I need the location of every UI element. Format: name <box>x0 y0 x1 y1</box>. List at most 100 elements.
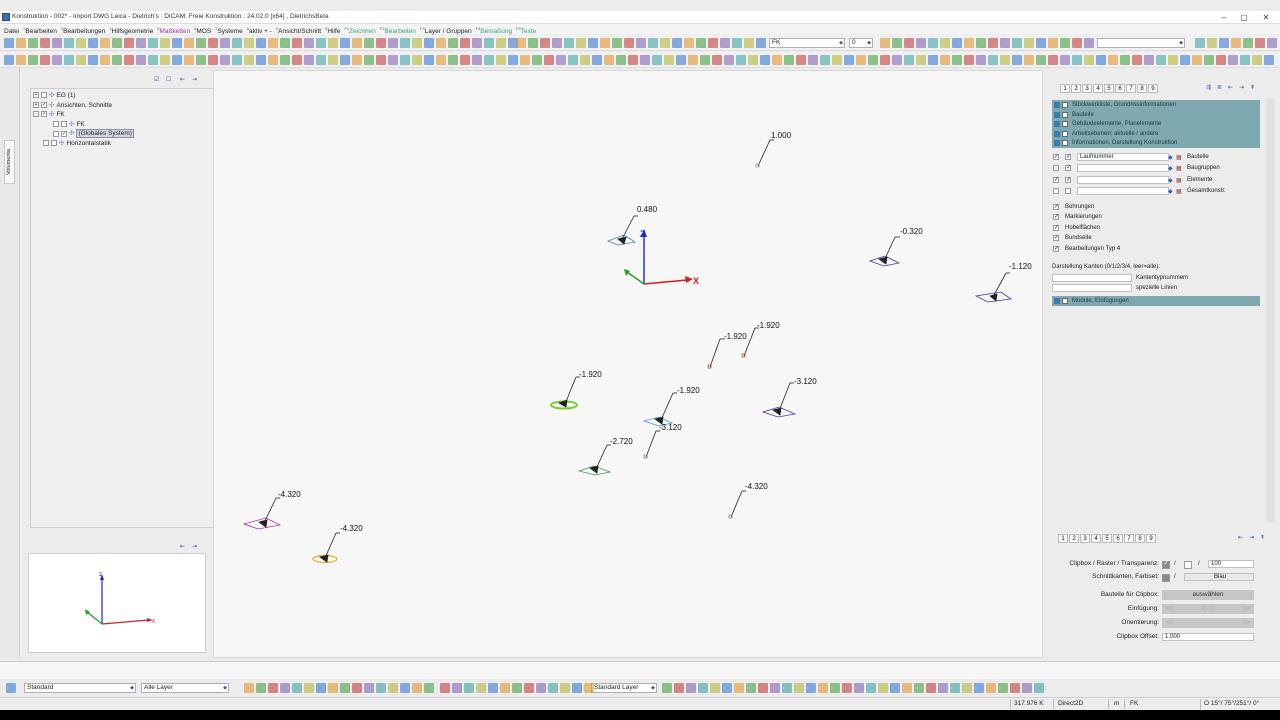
toolbar-tool-icon[interactable] <box>568 55 578 65</box>
info-row-checkbox[interactable]: ✓ <box>1065 176 1071 183</box>
height-label[interactable]: -2.720 <box>610 437 633 446</box>
toolbar-tool-icon[interactable] <box>698 683 708 693</box>
kanten-input[interactable] <box>1052 284 1132 293</box>
marker-7[interactable] <box>550 376 580 410</box>
dock-icon[interactable]: ⇥ <box>192 543 197 550</box>
marker-2[interactable] <box>606 215 638 246</box>
toolbar-tool-icon[interactable] <box>172 55 182 65</box>
toolbar-tool-icon[interactable] <box>700 55 710 65</box>
toolbar-tool-icon[interactable] <box>400 38 410 48</box>
system-select[interactable]: FK ◆ <box>769 38 845 48</box>
schnitt-checkbox[interactable] <box>1162 574 1170 582</box>
toolbar-tool-icon[interactable] <box>232 38 242 48</box>
toolbar-tool-icon[interactable] <box>820 55 830 65</box>
filter-select[interactable]: ◆ <box>1097 38 1185 48</box>
drawing-area[interactable]: 1.000 0.480 -0.320 -1.120 -1.920 -1.920 -1.920… <box>214 71 1044 659</box>
section-header[interactable]: Informationen, Darstellung Konstruktion <box>1052 138 1260 148</box>
toolbar-tool-icon[interactable] <box>1216 55 1226 65</box>
panel-tab[interactable]: 7 <box>1126 84 1136 93</box>
height-label[interactable]: -1.920 <box>724 332 747 341</box>
toolbar-tool-icon[interactable] <box>904 38 914 48</box>
toolbar-tool-icon[interactable] <box>1010 683 1020 693</box>
toolbar-tool-icon[interactable] <box>76 38 86 48</box>
expand-icon[interactable] <box>1054 298 1060 304</box>
toolbar-tool-icon[interactable] <box>448 38 458 48</box>
toolbar-tool-icon[interactable] <box>720 38 730 48</box>
toolbar-tool-icon[interactable] <box>16 38 26 48</box>
toolbar-tool-icon[interactable] <box>184 38 194 48</box>
toolbar-tool-icon[interactable] <box>244 38 254 48</box>
toolbar-tool-icon[interactable] <box>412 38 422 48</box>
display-checkbox[interactable]: ✓ <box>1053 235 1059 242</box>
toolbar-tool-icon[interactable] <box>688 55 698 65</box>
toolbar-tool-icon[interactable] <box>1267 38 1277 48</box>
toolbar-tool-icon[interactable] <box>376 683 386 693</box>
toolbar-tool-icon[interactable] <box>6 683 16 693</box>
toolbar-tool-icon[interactable] <box>476 683 486 693</box>
toolbar-tool-icon[interactable] <box>732 38 742 48</box>
toolbar-tool-icon[interactable] <box>950 683 960 693</box>
toolbar-tool-icon[interactable] <box>584 683 594 693</box>
toolbar-tool-icon[interactable] <box>782 683 792 693</box>
toolbar-tool-icon[interactable] <box>818 683 828 693</box>
height-label[interactable]: -1.920 <box>579 370 602 379</box>
tree-expander-icon[interactable]: - <box>33 111 39 118</box>
toolbar-tool-icon[interactable] <box>340 55 350 65</box>
toolbar-tool-icon[interactable] <box>316 683 326 693</box>
info-row-field[interactable] <box>1077 164 1169 173</box>
toolbar-tool-icon[interactable] <box>1060 38 1070 48</box>
drawing-canvas[interactable]: 1.000 0.480 -0.320 -1.120 -1.920 -1.920 -1.920… <box>213 70 1043 658</box>
toolbar-tool-icon[interactable] <box>928 38 938 48</box>
toolbar-tool-icon[interactable] <box>772 55 782 65</box>
expand-icon[interactable] <box>1054 111 1060 118</box>
height-label[interactable]: -4.320 <box>745 482 768 491</box>
toolbar-tool-icon[interactable] <box>890 683 900 693</box>
toolbar-tool-icon[interactable] <box>544 55 554 65</box>
marker-12[interactable] <box>728 490 746 519</box>
toolbar-tool-icon[interactable] <box>998 683 1008 693</box>
info-row-checkbox[interactable]: ✓ <box>1065 154 1071 160</box>
toolbar-tool-icon[interactable] <box>220 55 230 65</box>
toolbar-tool-icon[interactable] <box>352 38 362 48</box>
toolbar-tool-icon[interactable] <box>536 683 546 693</box>
toolbar-tool-icon[interactable] <box>1034 683 1044 693</box>
marker-13[interactable] <box>242 497 282 530</box>
toolbar-tool-icon[interactable] <box>636 38 646 48</box>
section-header[interactable]: Gebäudeelemente, Planelemente <box>1052 119 1260 129</box>
toolbar-tool-icon[interactable] <box>708 38 718 48</box>
toolbar-tool-icon[interactable] <box>220 38 230 48</box>
section-checkbox[interactable] <box>1062 121 1068 127</box>
tree-checkbox[interactable]: ✓ <box>41 101 47 108</box>
toolbar-tool-icon[interactable] <box>76 55 86 65</box>
toolbar-tool-icon[interactable] <box>832 55 842 65</box>
toolbar-tool-icon[interactable] <box>304 683 314 693</box>
toolbar-tool-icon[interactable] <box>712 55 722 65</box>
transparency-input[interactable]: 100 <box>1208 560 1254 568</box>
tree-node[interactable]: ✣ FK <box>53 120 85 129</box>
toolbar-tool-icon[interactable] <box>1000 55 1010 65</box>
height-label[interactable]: 0.480 <box>637 205 658 214</box>
toolbar-tool-icon[interactable] <box>1264 55 1274 65</box>
toolbar-tool-icon[interactable] <box>914 683 924 693</box>
toolbar-tool-icon[interactable] <box>112 55 122 65</box>
toolbar-tool-icon[interactable] <box>388 683 398 693</box>
raster-checkbox[interactable] <box>1184 561 1192 569</box>
toolbar-tool-icon[interactable] <box>280 38 290 48</box>
toolbar-tool-icon[interactable] <box>484 55 494 65</box>
toolbar-tool-icon[interactable] <box>1228 55 1238 65</box>
toolbar-tool-icon[interactable] <box>232 55 242 65</box>
tree-checkbox[interactable] <box>51 140 57 147</box>
toolbar-tool-icon[interactable] <box>400 683 410 693</box>
toolbar-tool-icon[interactable] <box>528 38 538 48</box>
info-row-field[interactable] <box>1077 186 1169 195</box>
toolbar-tool-icon[interactable] <box>1231 38 1241 48</box>
dropdown-icon[interactable]: ◆ <box>1168 154 1173 161</box>
toolbar-tool-icon[interactable] <box>600 38 610 48</box>
info-row-checkbox[interactable] <box>1053 187 1059 194</box>
toolbar-tool-icon[interactable] <box>40 38 50 48</box>
toolbar-tool-icon[interactable] <box>916 55 926 65</box>
standard-select[interactable]: Standard ◆ <box>24 683 136 693</box>
toolbar-tool-icon[interactable] <box>64 38 74 48</box>
toolbar-tool-icon[interactable] <box>674 683 684 693</box>
clipbox-checkbox[interactable]: ✓ <box>1162 561 1170 569</box>
